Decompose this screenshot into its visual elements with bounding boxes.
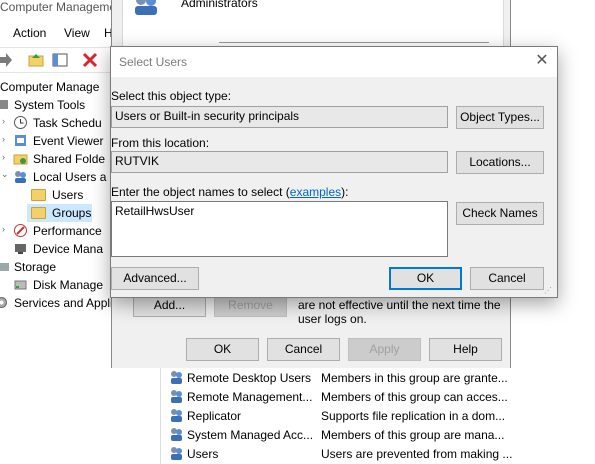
tree-item-label: Disk Manage — [33, 278, 104, 292]
shared-folder-icon — [13, 151, 28, 166]
props-help-button[interactable]: Help — [429, 338, 502, 361]
tree-item-label: Shared Folde — [33, 152, 106, 166]
group-name: Remote Desktop Users — [187, 371, 312, 385]
tree-item-label: Storage — [14, 260, 57, 274]
tree-item-label: Users — [52, 188, 84, 202]
examples-link[interactable]: examples — [290, 185, 341, 199]
group-description: Users are prevented from making ... — [321, 447, 513, 461]
storage-icon — [0, 259, 11, 274]
tree-item-label: Local Users a — [33, 170, 107, 184]
show-hide-tree-icon[interactable] — [52, 52, 68, 68]
group-name: Users — [187, 447, 219, 461]
groups-list: Remote Desktop Users Members in this gro… — [160, 368, 595, 464]
window-title: Computer Manageme — [0, 0, 117, 14]
dialog-titlebar[interactable]: Select Users ✕ — [111, 47, 557, 77]
chevron-right-icon[interactable]: › — [2, 152, 5, 162]
close-icon[interactable]: ✕ — [531, 50, 553, 72]
cancel-button[interactable]: Cancel — [470, 267, 544, 290]
resize-grip-icon[interactable]: ⋰ — [544, 286, 552, 295]
select-users-dialog: Select Users ✕ Select this object type: … — [110, 46, 558, 298]
folder-icon — [31, 189, 46, 201]
list-item[interactable]: Replicator Supports file replication in … — [161, 406, 595, 425]
check-names-button[interactable]: Check Names — [456, 202, 544, 225]
object-type-field: Users or Built-in security principals — [111, 106, 448, 128]
chevron-right-icon[interactable]: › — [2, 224, 5, 234]
folder-icon — [31, 207, 46, 219]
group-icon — [131, 0, 161, 16]
list-item[interactable]: Remote Desktop Users Members in this gro… — [161, 368, 595, 387]
group-name: Remote Management... — [187, 390, 313, 404]
list-item[interactable]: System Managed Acc... Members of this gr… — [161, 425, 595, 444]
object-types-button[interactable]: Object Types... — [456, 106, 544, 129]
group-description: Members in this group are grante... — [321, 371, 508, 385]
group-name: System Managed Acc... — [187, 428, 314, 442]
props-ok-button[interactable]: OK — [186, 338, 259, 361]
members-header: Administrators — [181, 0, 258, 10]
group-icon — [169, 427, 184, 442]
names-label-text: Enter the object names to select ( — [111, 185, 290, 199]
tree-item-label: Performance — [33, 224, 102, 238]
group-icon — [169, 370, 184, 385]
forward-arrow-icon[interactable] — [0, 52, 12, 68]
device-manager-icon — [13, 241, 28, 256]
menu-view[interactable]: View — [64, 26, 90, 40]
location-label: From this location: — [111, 136, 210, 150]
locations-button[interactable]: Locations... — [456, 151, 544, 174]
location-field: RUTVIK — [111, 151, 448, 173]
chevron-right-icon[interactable]: › — [2, 116, 5, 126]
up-folder-icon[interactable] — [28, 52, 44, 68]
chevron-down-icon[interactable]: ⌄ — [1, 169, 9, 180]
tree-item-label: Task Schedu — [33, 116, 102, 130]
dialog-title: Select Users — [119, 55, 188, 69]
group-icon — [169, 389, 184, 404]
props-apply-button[interactable]: Apply — [348, 338, 421, 361]
event-viewer-icon — [13, 133, 28, 148]
props-cancel-button[interactable]: Cancel — [267, 338, 340, 361]
group-icon — [169, 408, 184, 423]
advanced-button[interactable]: Advanced... — [111, 267, 199, 290]
list-item[interactable]: Users Users are prevented from making ..… — [161, 444, 595, 463]
performance-icon — [13, 223, 28, 238]
group-description: Members of this group can acces... — [321, 390, 508, 404]
note-line-2: user logs on. — [298, 312, 367, 326]
delete-icon[interactable] — [82, 52, 98, 68]
menu-action[interactable]: Action — [13, 26, 46, 40]
tree-item-label: Groups — [52, 206, 92, 220]
divider — [219, 42, 489, 45]
group-description: Supports file replication in a dom... — [321, 409, 506, 423]
tree-item-groups-selected[interactable]: Groups — [27, 204, 92, 222]
users-icon — [13, 169, 28, 184]
group-name: Replicator — [187, 409, 242, 423]
object-names-input[interactable]: RetailHwsUser — [111, 201, 448, 257]
clock-icon — [13, 115, 28, 130]
disk-icon — [13, 277, 28, 292]
tree-item-label: Device Mana — [33, 242, 104, 256]
tools-icon — [0, 97, 11, 112]
names-label-suffix: ): — [341, 185, 349, 199]
list-item[interactable]: Remote Management... Members of this gro… — [161, 387, 595, 406]
tree-item-label: System Tools — [14, 98, 86, 112]
ok-button[interactable]: OK — [389, 267, 462, 290]
group-icon — [169, 446, 184, 461]
services-icon — [0, 295, 9, 310]
object-type-label: Select this object type: — [111, 89, 232, 103]
tree-item-label: Services and Appli — [14, 296, 113, 310]
tree-item-label: Event Viewer — [33, 134, 104, 148]
tree-item-label: Computer Manage — [0, 80, 100, 94]
names-label: Enter the object names to select (exampl… — [111, 185, 348, 199]
note-line-1: are not effective until the next time th… — [298, 298, 501, 312]
chevron-right-icon[interactable]: › — [2, 134, 5, 144]
group-description: Members of this group are mana... — [321, 428, 505, 442]
